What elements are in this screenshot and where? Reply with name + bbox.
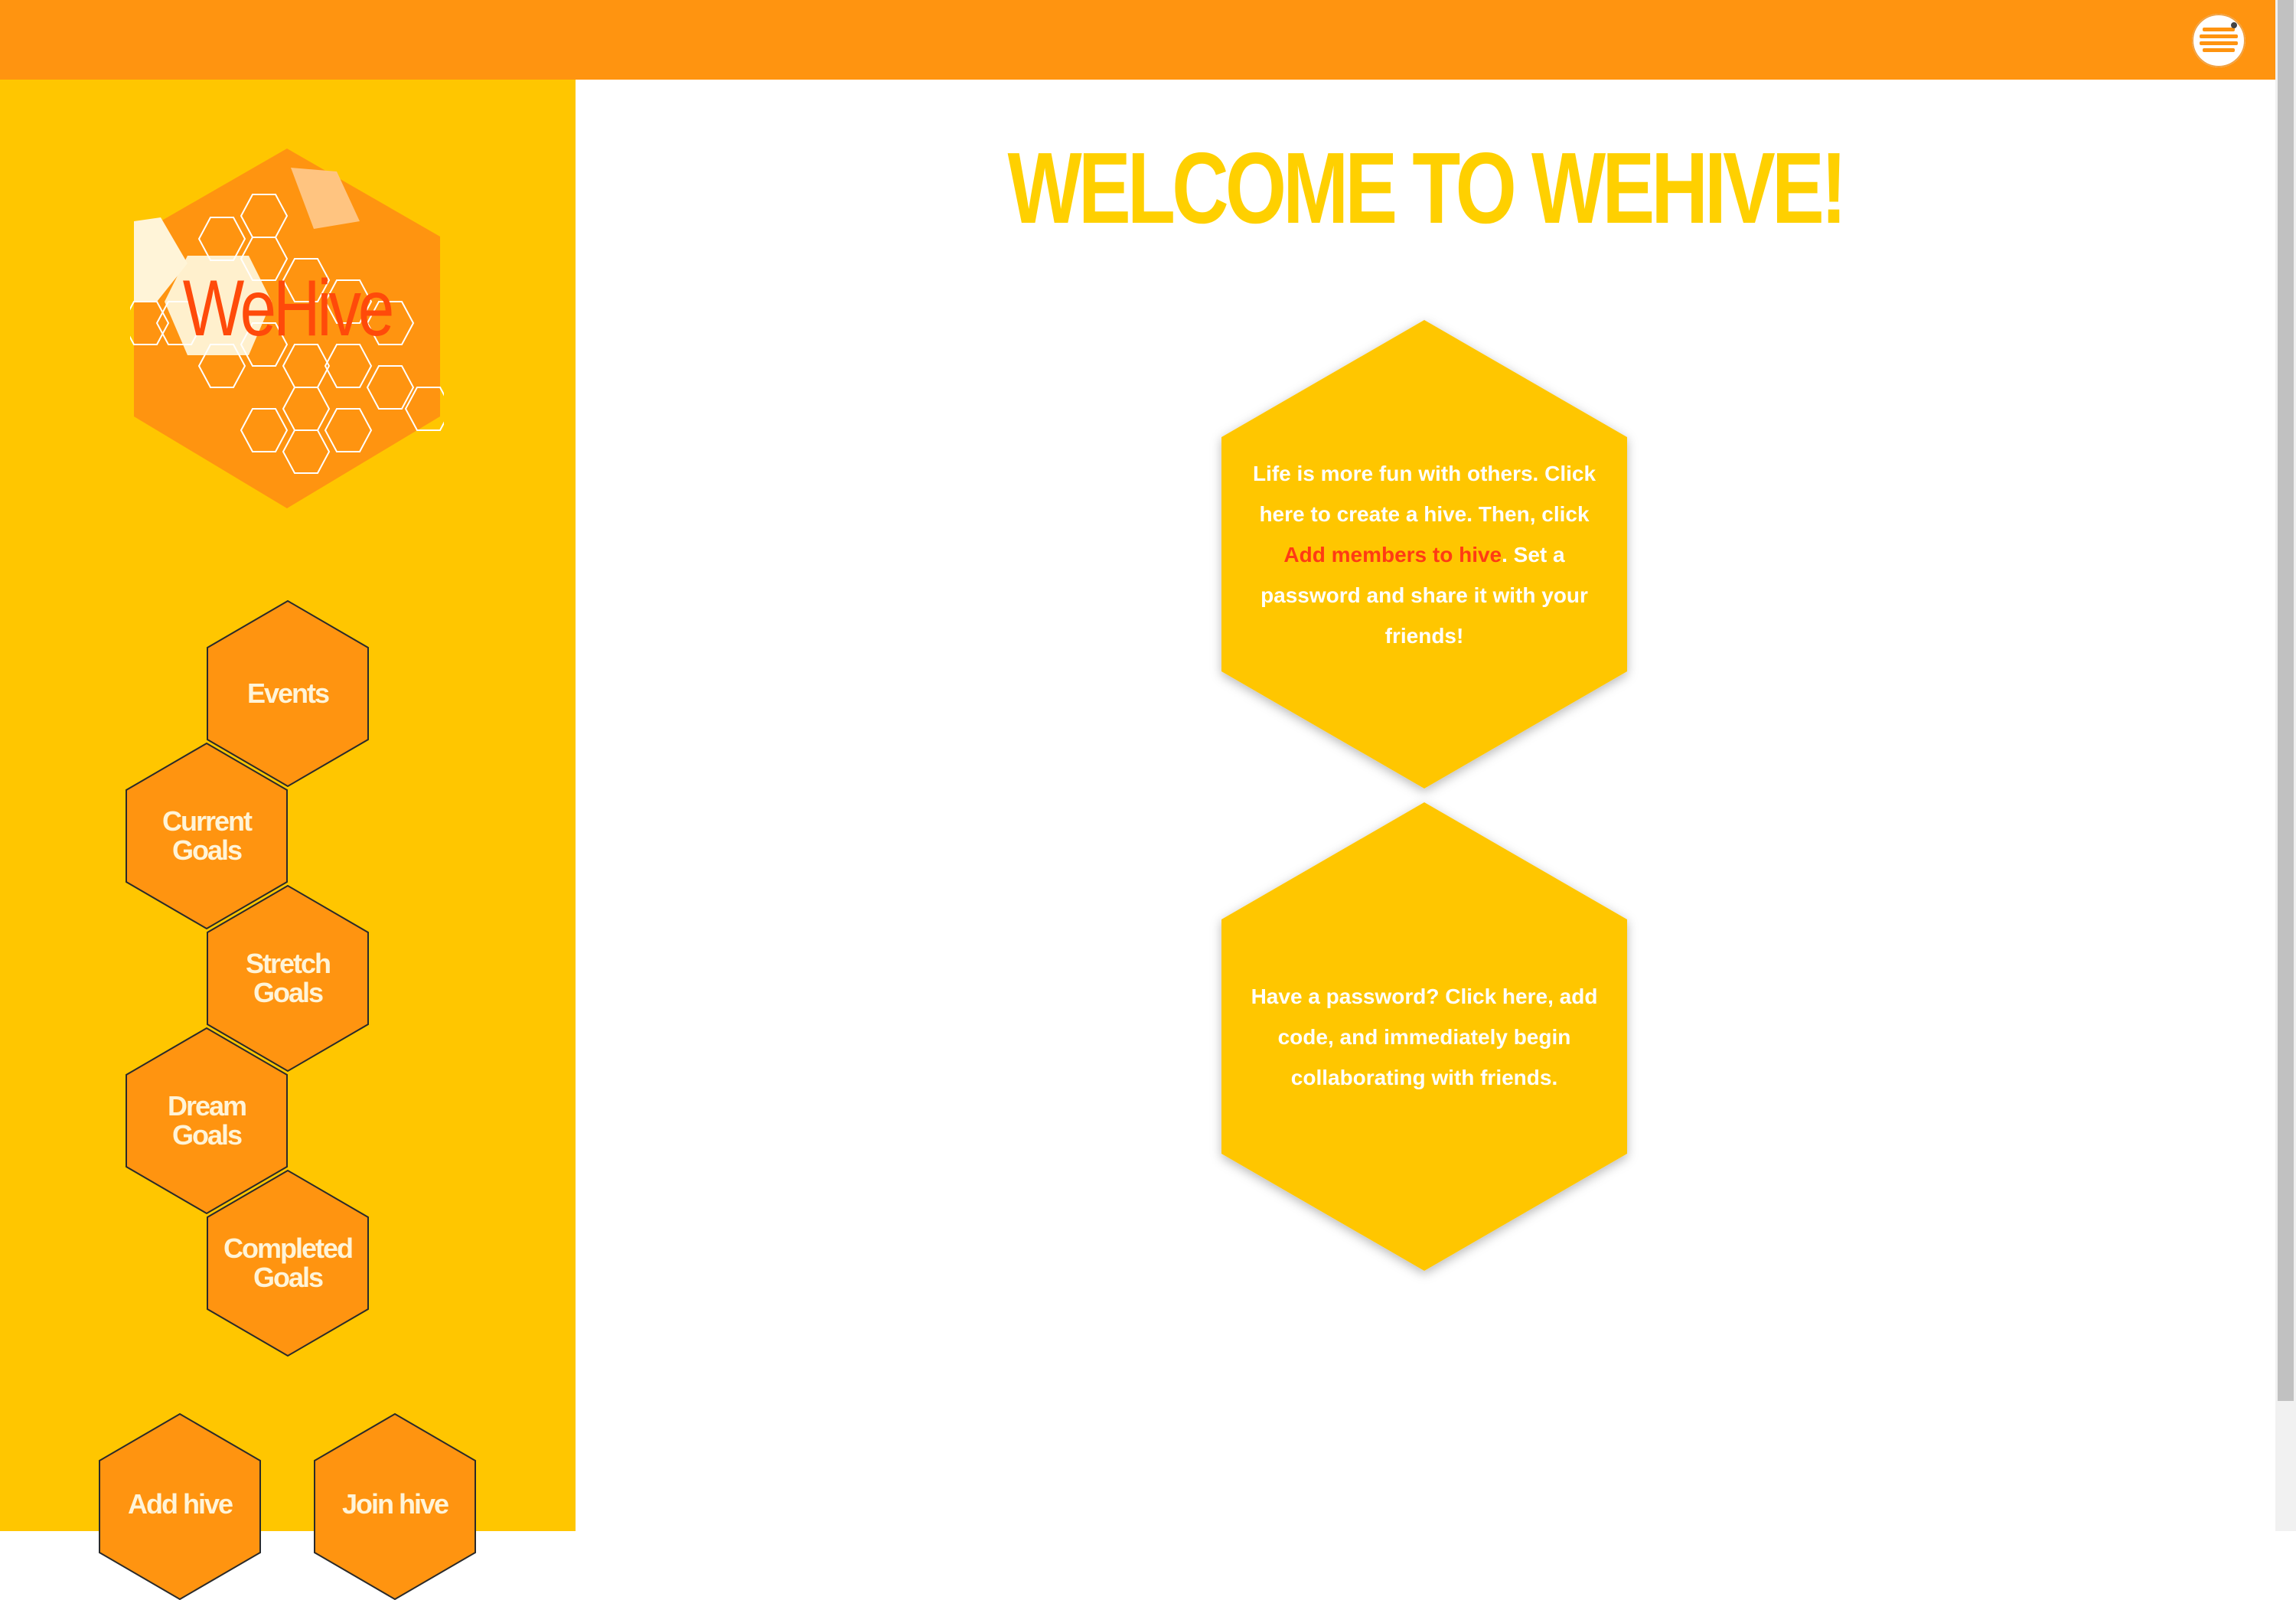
- join-hive-text: Have a password? Click here, add code, a…: [1251, 984, 1598, 1089]
- logo-text: WeHive: [182, 264, 394, 353]
- scrollbar-thumb[interactable]: [2278, 0, 2294, 1401]
- honeycomb-avatar-icon: [2192, 14, 2245, 67]
- add-members-link[interactable]: Add members to hive: [1283, 543, 1502, 567]
- wehive-logo[interactable]: WeHive: [130, 149, 444, 508]
- nav-completed-goals[interactable]: Completed Goals: [207, 1170, 369, 1357]
- add-hive-label: Add hive: [127, 1488, 233, 1520]
- join-hive-label: Join hive: [341, 1488, 449, 1520]
- sidebar: WeHive Events Current Goals Stretch Goal…: [0, 80, 576, 1600]
- vertical-scrollbar[interactable]: [2275, 0, 2296, 1531]
- page-title: WELCOME TO WEHIVE!: [1007, 132, 1848, 244]
- top-bar: [0, 0, 2275, 80]
- join-hive-button[interactable]: Join hive: [314, 1413, 476, 1600]
- create-hive-text-before: Life is more fun with others. Click here…: [1252, 461, 1596, 526]
- user-avatar[interactable]: [2192, 14, 2245, 67]
- create-hive-text: Life is more fun with others. Click here…: [1244, 320, 1604, 789]
- nav-completed-goals-label: Completed Goals: [223, 1233, 354, 1293]
- add-hive-button[interactable]: Add hive: [99, 1413, 261, 1600]
- create-hive-card[interactable]: Life is more fun with others. Click here…: [1221, 320, 1627, 789]
- join-hive-card[interactable]: Have a password? Click here, add code, a…: [1221, 802, 1627, 1271]
